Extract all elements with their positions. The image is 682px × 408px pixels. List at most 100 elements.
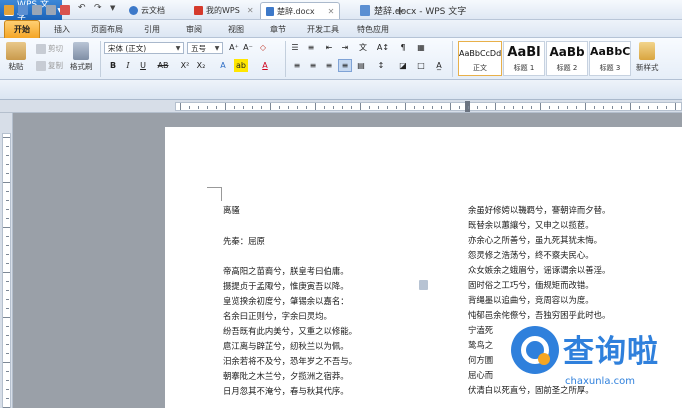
ruler-tick xyxy=(423,106,424,109)
close-icon[interactable]: ✕ xyxy=(247,6,254,15)
brush-icon xyxy=(73,42,90,60)
tab-references[interactable]: 引用 xyxy=(134,20,170,38)
paste-button[interactable]: 粘贴 xyxy=(6,42,26,72)
ruler-tick xyxy=(603,106,604,109)
justify-icon[interactable]: ≡ xyxy=(338,59,352,72)
numbering-icon[interactable]: ≡ xyxy=(304,41,318,54)
line-spacing-icon[interactable]: ↕ xyxy=(374,59,388,72)
tab-active-document[interactable]: 楚辞.docx ✕ xyxy=(260,2,341,19)
font-color-icon[interactable]: A xyxy=(258,59,272,72)
ruler-tick xyxy=(6,371,9,372)
italic-button[interactable]: I xyxy=(121,59,135,72)
format-painter-button[interactable]: 格式刷 xyxy=(70,42,93,72)
ruler-tick xyxy=(378,106,379,109)
close-icon[interactable]: ✕ xyxy=(328,7,335,16)
subscript-button[interactable]: X₂ xyxy=(194,59,208,72)
ruler-tick xyxy=(234,106,235,109)
print-preview-icon[interactable] xyxy=(46,5,56,15)
show-marks-icon[interactable]: ¶ xyxy=(396,41,410,54)
bold-button[interactable]: B xyxy=(106,59,120,72)
grow-font-button[interactable]: A⁺ xyxy=(227,41,241,54)
horizontal-ruler[interactable] xyxy=(0,100,682,113)
ruler-tick xyxy=(6,236,9,237)
new-style-button[interactable]: 新样式 xyxy=(636,42,659,73)
tab-review[interactable]: 审阅 xyxy=(176,20,212,38)
watermark-text: 查询啦 xyxy=(563,334,659,370)
new-tab-button[interactable]: + xyxy=(390,2,410,19)
style-heading-2[interactable]: AaBb 标题 2 xyxy=(546,41,588,76)
redo-icon[interactable]: ↷ xyxy=(94,3,104,13)
tab-developer[interactable]: 开发工具 xyxy=(300,20,346,38)
ruler-tick xyxy=(6,200,9,201)
ruler-tick xyxy=(6,344,9,345)
vertical-ruler[interactable] xyxy=(0,113,13,408)
style-heading-1[interactable]: AaBl 标题 1 xyxy=(503,41,545,76)
ruler-tick xyxy=(558,106,559,109)
ruler-tick xyxy=(6,209,9,210)
align-center-icon[interactable]: ≡ xyxy=(306,59,320,72)
ruler-tick xyxy=(252,106,253,109)
asian-layout-icon[interactable]: A̲ xyxy=(432,59,446,72)
style-normal[interactable]: AaBbCcDd 正文 xyxy=(458,41,502,76)
ruler-tick xyxy=(6,335,9,336)
borders-icon[interactable]: ▦ xyxy=(414,41,428,54)
highlight-icon[interactable]: ab xyxy=(234,59,248,72)
superscript-button[interactable]: X² xyxy=(178,59,192,72)
increase-indent-icon[interactable]: ⇥ xyxy=(338,41,352,54)
ruler-tick xyxy=(6,380,9,381)
undo-icon[interactable]: ↶ xyxy=(78,3,88,13)
underline-button[interactable]: U xyxy=(136,59,150,72)
export-pdf-icon[interactable] xyxy=(60,5,70,15)
tab-cloud-docs[interactable]: 云文档 xyxy=(124,2,170,19)
clear-format-icon[interactable]: ◇ xyxy=(256,41,270,54)
paste-options-icon[interactable] xyxy=(419,280,428,290)
font-size-select[interactable]: 五号 ▼ xyxy=(187,42,223,54)
sort-icon[interactable]: A↕ xyxy=(376,41,390,54)
chevron-down-icon[interactable]: ▼ xyxy=(110,4,120,14)
distributed-icon[interactable]: ▤ xyxy=(354,59,368,72)
border-icon[interactable]: □ xyxy=(414,59,428,72)
shrink-font-button[interactable]: A⁻ xyxy=(241,41,255,54)
ruler-tick xyxy=(396,106,397,109)
tab-section[interactable]: 章节 xyxy=(260,20,296,38)
chinese-layout-icon[interactable]: 文 xyxy=(356,41,370,54)
open-folder-icon[interactable] xyxy=(4,5,14,15)
shading-icon[interactable]: ◪ xyxy=(396,59,410,72)
copy-button[interactable]: 复制 xyxy=(36,60,63,71)
ruler-tick xyxy=(405,103,406,110)
ruler-tick xyxy=(612,106,613,109)
font-name-select[interactable]: 宋体 (正文) ▼ xyxy=(104,42,184,54)
align-right-icon[interactable]: ≡ xyxy=(322,59,336,72)
tab-features[interactable]: 特色应用 xyxy=(350,20,396,38)
ruler-tick xyxy=(675,103,676,110)
ruler-tick xyxy=(549,106,550,109)
tab-page-layout[interactable]: 页面布局 xyxy=(84,20,130,38)
ruler-band xyxy=(2,133,11,408)
tab-view[interactable]: 视图 xyxy=(218,20,254,38)
chevron-down-icon: ▼ xyxy=(214,44,220,52)
doc-line: 汨余若将不及兮，恐年岁之不吾与。 xyxy=(223,356,357,366)
strikethrough-button[interactable]: AB xyxy=(152,59,174,72)
decrease-indent-icon[interactable]: ⇤ xyxy=(322,41,336,54)
print-icon[interactable] xyxy=(32,5,42,15)
cut-button[interactable]: 剪切 xyxy=(36,43,63,54)
bullets-icon[interactable]: ☰ xyxy=(288,41,302,54)
ruler-tick xyxy=(6,308,9,309)
ruler-tick xyxy=(459,106,460,109)
ruler-tick xyxy=(6,353,9,354)
ruler-tick xyxy=(414,106,415,109)
ruler-tick xyxy=(342,106,343,109)
tab-insert[interactable]: 插入 xyxy=(44,20,80,38)
tab-my-wps[interactable]: 我的WPS ✕ xyxy=(189,2,259,19)
save-icon[interactable] xyxy=(18,5,28,15)
doc-line: 怨灵修之浩荡兮，终不察夫民心。 xyxy=(468,250,594,260)
ruler-tick xyxy=(6,155,9,156)
style-heading-3[interactable]: AaBbC 标题 3 xyxy=(589,41,631,76)
text-effect-icon[interactable]: A xyxy=(216,59,230,72)
tab-start[interactable]: 开始 xyxy=(4,20,40,38)
align-left-icon[interactable]: ≡ xyxy=(290,59,304,72)
doc-line: 摄提贞于孟陬兮，惟庚寅吾以降。 xyxy=(223,281,349,291)
doc-line: 何方圜 xyxy=(468,355,494,365)
ruler-tick xyxy=(3,227,10,228)
ruler-tick xyxy=(6,245,9,246)
